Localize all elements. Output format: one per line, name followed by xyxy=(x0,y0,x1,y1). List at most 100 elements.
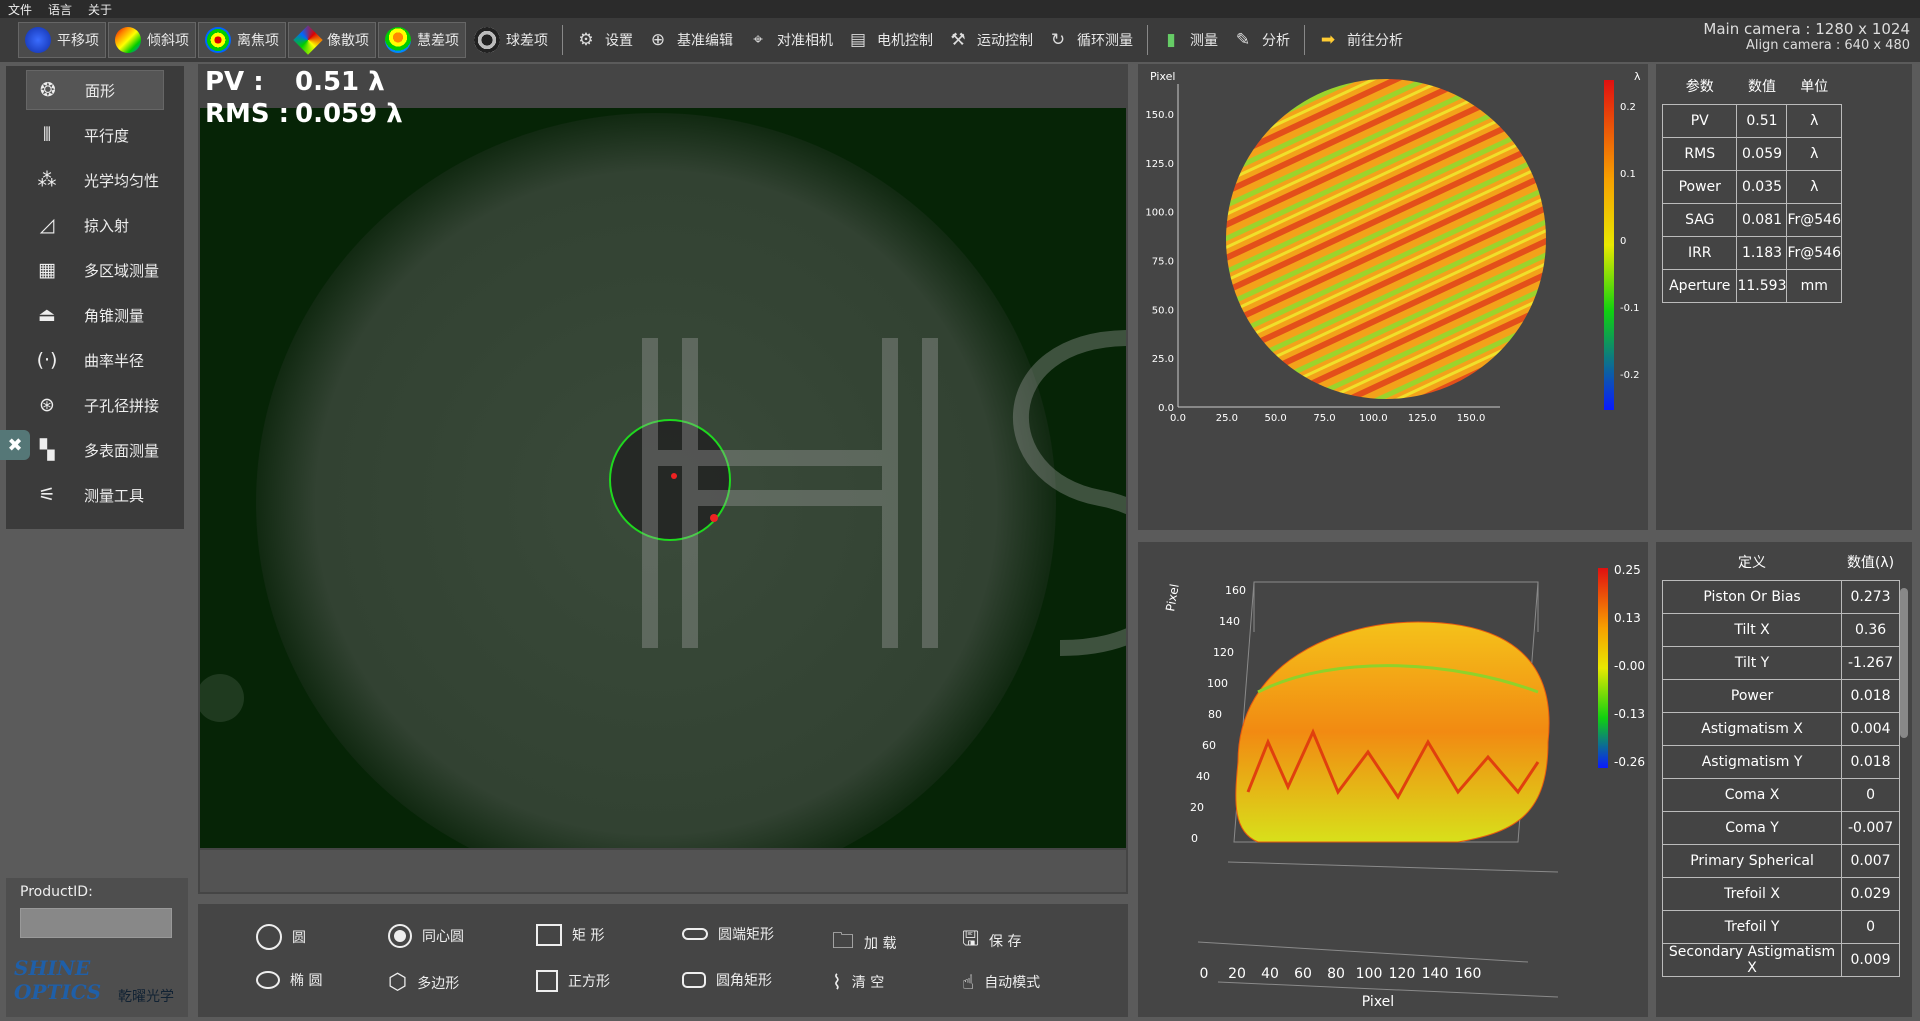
sidebar-item-tools[interactable]: ⚟ 测量工具 xyxy=(26,475,164,515)
square-icon xyxy=(536,970,558,992)
param-name: RMS xyxy=(1661,136,1738,171)
param-row: IRR 1.183 Fr@546 xyxy=(1661,235,1842,270)
sidebar-item-curvature[interactable]: (·) 曲率半径 xyxy=(26,340,164,380)
hsd-watermark xyxy=(642,330,1126,656)
tool-rectangle-button[interactable]: 矩 形 xyxy=(536,924,604,946)
toolbar-settings-button[interactable]: ⚙ 设置 xyxy=(569,22,639,58)
toolbar-separator xyxy=(562,25,563,55)
zernike-value: 0.009 xyxy=(1841,942,1900,977)
tool-square-button[interactable]: 正方形 xyxy=(536,970,610,992)
zernike-row: Trefoil X 0.029 xyxy=(1661,876,1900,911)
surface-3d-colorbar-tick: -0.13 xyxy=(1614,707,1645,721)
main-camera-info: Main camera : 1280 x 1024 xyxy=(1703,20,1910,38)
surface-3d-y-tick: 40 xyxy=(1196,770,1210,783)
zernike-row: Coma X0 xyxy=(1661,777,1900,812)
menu-file[interactable]: 文件 xyxy=(0,1,40,18)
sidebar-item-multi-region[interactable]: ▦ 多区域测量 xyxy=(26,250,164,290)
tool-concentric-button[interactable]: 同心圆 xyxy=(388,924,464,948)
zernike-term: Trefoil Y xyxy=(1661,909,1843,944)
tool-rounded-rect-button[interactable]: 圆角矩形 xyxy=(682,970,772,990)
toolbar-piston-button[interactable]: 平移项 xyxy=(18,22,106,58)
zernike-term: Astigmatism Y xyxy=(1661,744,1843,779)
zernike-term: Coma X xyxy=(1661,777,1843,812)
pyramid-icon: ⏏ xyxy=(38,304,56,326)
toolbar-goto-analysis-button[interactable]: ➡ 前往分析 xyxy=(1311,22,1409,58)
product-panel: ProductID: SHINE OPTICS 乾曜光学 xyxy=(6,878,188,1017)
toolbar: 平移项 倾斜项 离焦项 像散项 慧差项 球差项 ⚙ 设置 ⊕ 基准编辑 ⌖ 对准相机 … xyxy=(0,18,1920,62)
toolbar-defocus-button[interactable]: 离焦项 xyxy=(198,22,286,58)
toolbar-cycle-measure-button[interactable]: ↻ 循环测量 xyxy=(1041,22,1139,58)
toolbar-separator xyxy=(1304,25,1305,55)
wrench-icon[interactable]: ✖ xyxy=(0,430,30,460)
sidebar-item-homogeneity[interactable]: ⁂ 光学均匀性 xyxy=(26,160,164,200)
product-id-input[interactable] xyxy=(20,908,172,938)
zernike-row: Tilt Y -1.267 xyxy=(1661,645,1900,680)
surface-3d-x-tick: 60 xyxy=(1294,966,1312,982)
toolbar-spherical-button[interactable]: 球差项 xyxy=(468,22,554,58)
zernike-value: -0.007 xyxy=(1841,810,1900,845)
camera-image[interactable] xyxy=(200,108,1126,848)
heatmap-y-ticks: 0.0 25.0 50.0 75.0 100.0 125.0 150.0 xyxy=(1145,110,1174,414)
param-header-name: 参数 xyxy=(1685,78,1714,95)
param-row: PV 0.51 λ xyxy=(1661,103,1842,138)
measurement-overlay: PV : 0.51 λ RMS :0.059 λ xyxy=(205,66,403,130)
roi-tools-panel: 圆 同心圆 矩 形 圆端矩形 🗀 加 载 🖫 保 存 椭 圆 ⬡ 多边形 正方形 圆角… xyxy=(198,904,1128,1017)
toolbar-separator xyxy=(1147,25,1148,55)
heatmap-colorbar-tick: -0.1 xyxy=(1620,303,1640,314)
save-button[interactable]: 🖫 保 存 xyxy=(962,924,1022,958)
surface-3d-x-tick: 40 xyxy=(1261,966,1279,982)
sidebar: ❂ 面形 ⫴ 平行度 ⁂ 光学均匀性 ◿ 掠入射 ▦ 多区域测量 ⏏ 角锥测量 (·) 曲率半… xyxy=(6,66,184,529)
surface-3d-x-tick: 0 xyxy=(1200,966,1209,982)
heatmap-x-tick: 25.0 xyxy=(1216,413,1238,424)
surface-3d-colorbar-tick: 0.25 xyxy=(1614,563,1641,577)
param-value: 0.081 xyxy=(1736,202,1788,237)
tools-icon: ⚟ xyxy=(38,484,56,506)
surface-3d-x-tick: 160 xyxy=(1455,966,1482,982)
toolbar-motor-control-button[interactable]: ▤ 电机控制 xyxy=(841,22,939,58)
surface-3d-colorbar-ticks: 0.25 0.13 -0.00 -0.13 -0.26 xyxy=(1614,563,1645,769)
tool-round-end-rect-button[interactable]: 圆端矩形 xyxy=(682,924,774,944)
menu-language[interactable]: 语言 xyxy=(40,1,80,18)
surface-3d-x-tick: 20 xyxy=(1228,966,1246,982)
parallel-icon: ⫴ xyxy=(43,124,51,146)
hand-pointer-icon: ☝ xyxy=(962,970,975,994)
param-name: Power xyxy=(1661,169,1738,204)
stitch-icon: ⊛ xyxy=(39,394,55,416)
toolbar-reference-edit-button[interactable]: ⊕ 基准编辑 xyxy=(641,22,739,58)
parameter-table-panel: 参数 数值 单位 PV 0.51 λ RMS 0.059 λ Power 0.035 λ SAG 0… xyxy=(1656,64,1912,530)
sidebar-item-pyramid[interactable]: ⏏ 角锥测量 xyxy=(26,295,164,335)
zernike-term: Piston Or Bias xyxy=(1661,579,1843,614)
spherical-icon xyxy=(474,27,500,53)
auto-mode-button[interactable]: ☝ 自动模式 xyxy=(962,970,1040,994)
camera-status-bar xyxy=(200,850,1126,892)
tool-ellipse-button[interactable]: 椭 圆 xyxy=(256,970,322,990)
heatmap-x-tick: 50.0 xyxy=(1265,413,1287,424)
toolbar-measure-button[interactable]: ▮ 测量 xyxy=(1154,22,1224,58)
menu-about[interactable]: 关于 xyxy=(80,1,120,18)
sidebar-item-multi-surface[interactable]: ▚ 多表面测量 xyxy=(26,430,164,470)
toolbar-analyze-button[interactable]: ✎ 分析 xyxy=(1226,22,1296,58)
param-name: PV xyxy=(1661,103,1738,138)
load-button[interactable]: 🗀 加 载 xyxy=(832,924,896,962)
toolbar-align-camera-button[interactable]: ⌖ 对准相机 xyxy=(741,22,839,58)
zernike-scrollbar[interactable] xyxy=(1900,588,1908,738)
sidebar-item-stitching[interactable]: ⊛ 子孔径拼接 xyxy=(26,385,164,425)
clear-button[interactable]: ⌇ 清 空 xyxy=(832,970,884,994)
product-id-label: ProductID: xyxy=(20,884,93,900)
tool-polygon-button[interactable]: ⬡ 多边形 xyxy=(388,970,459,995)
heatmap-y-tick: 75.0 xyxy=(1152,256,1174,267)
sidebar-item-grazing[interactable]: ◿ 掠入射 xyxy=(26,205,164,245)
toolbar-tilt-button[interactable]: 倾斜项 xyxy=(108,22,196,58)
param-value: 0.51 xyxy=(1736,103,1788,138)
zernike-term: Coma Y xyxy=(1661,810,1843,845)
edit-icon: ✎ xyxy=(1235,30,1251,50)
toolbar-motion-control-button[interactable]: ⚒ 运动控制 xyxy=(941,22,1039,58)
tool-circle-button[interactable]: 圆 xyxy=(256,924,306,950)
sidebar-item-surface[interactable]: ❂ 面形 xyxy=(26,70,164,110)
toolbar-astigmatism-button[interactable]: 像散项 xyxy=(288,22,376,58)
robot-arm-icon: ⚒ xyxy=(950,30,966,50)
sidebar-item-parallelism[interactable]: ⫴ 平行度 xyxy=(26,115,164,155)
toolbar-coma-button[interactable]: 慧差项 xyxy=(378,22,466,58)
pv-label: PV : xyxy=(205,67,264,97)
zernike-term: Tilt X xyxy=(1661,612,1843,647)
